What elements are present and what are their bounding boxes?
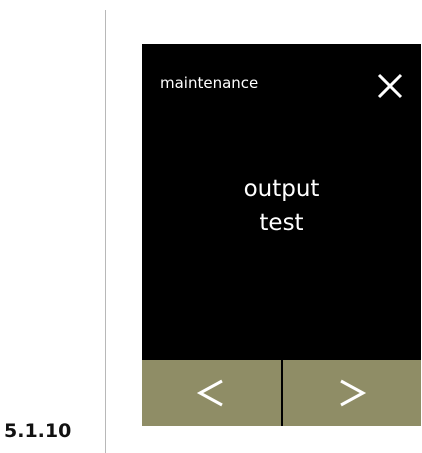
page: 5.1.10 maintenance output test [0, 0, 422, 453]
screen-message-line2: test [259, 210, 304, 236]
chevron-left-icon [197, 379, 223, 407]
screen-title: maintenance [160, 74, 259, 92]
close-icon [377, 73, 403, 99]
navigation-bar [142, 360, 421, 426]
device-screen: maintenance output test [142, 44, 421, 426]
section-number: 5.1.10 [4, 420, 72, 442]
chevron-right-icon [340, 379, 366, 407]
previous-button[interactable] [142, 360, 281, 426]
screen-message: output test [142, 172, 421, 240]
divider-line [105, 10, 106, 453]
screen-message-line1: output [243, 176, 320, 202]
next-button[interactable] [282, 360, 421, 426]
close-button[interactable] [374, 70, 406, 102]
